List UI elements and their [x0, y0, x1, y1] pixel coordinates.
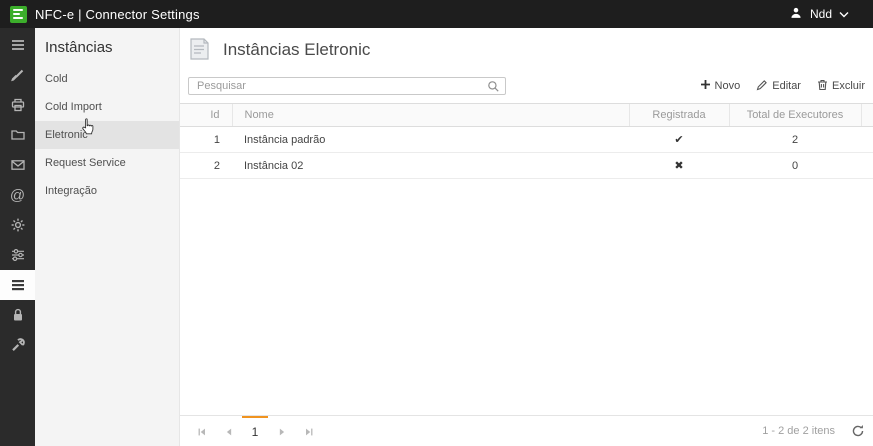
user-menu[interactable]: Ndd	[789, 6, 849, 23]
sidebar-item-label: Eletronic	[45, 129, 88, 141]
sidebar-item-cold-import[interactable]: Cold Import	[35, 93, 179, 121]
ndd-logo	[10, 6, 27, 23]
search-icon[interactable]	[487, 80, 500, 96]
column-header-executores[interactable]: Total de Executores	[729, 104, 861, 127]
column-header-nome[interactable]: Nome	[232, 104, 629, 127]
last-page-button[interactable]	[295, 416, 322, 446]
search-input[interactable]	[188, 77, 506, 95]
sidebar: Instâncias Cold Cold Import Eletronic Re…	[35, 28, 180, 446]
prev-page-button[interactable]	[215, 416, 242, 446]
sidebar-heading: Instâncias	[35, 28, 179, 65]
menu-icon[interactable]	[0, 30, 35, 60]
sidebar-item-label: Cold Import	[45, 101, 102, 113]
registrada-check-icon: ✔	[629, 127, 729, 153]
column-header-id[interactable]: Id	[180, 104, 232, 127]
document-icon	[184, 34, 214, 65]
sidebar-item-label: Request Service	[45, 157, 126, 169]
mail-icon[interactable]	[0, 150, 35, 180]
cell-nome: Instância padrão	[232, 127, 629, 153]
table-icon[interactable]	[0, 270, 35, 300]
sidebar-item-request-service[interactable]: Request Service	[35, 149, 179, 177]
sidebar-item-label: Integração	[45, 185, 97, 197]
column-header-empty	[861, 104, 873, 127]
cell-id: 2	[180, 153, 232, 179]
novo-button[interactable]: Novo	[700, 79, 741, 93]
main-content: Instâncias Eletronic Novo	[180, 28, 873, 446]
cell-executores: 0	[729, 153, 861, 179]
sidebar-item-cold[interactable]: Cold	[35, 65, 179, 93]
column-header-registrada[interactable]: Registrada	[629, 104, 729, 127]
editar-label: Editar	[772, 80, 801, 92]
sidebar-item-eletronic[interactable]: Eletronic	[35, 121, 179, 149]
trash-icon	[817, 79, 828, 94]
excluir-label: Excluir	[832, 80, 865, 92]
action-buttons: Novo Editar Excluir	[700, 79, 865, 94]
brush-icon[interactable]	[0, 60, 35, 90]
page-number[interactable]: 1	[242, 416, 268, 446]
lock-icon[interactable]	[0, 300, 35, 330]
plus-icon	[700, 79, 711, 93]
sliders-icon[interactable]	[0, 240, 35, 270]
user-name: Ndd	[810, 7, 832, 21]
table-row[interactable]: 1 Instância padrão ✔ 2	[180, 127, 873, 153]
editar-button[interactable]: Editar	[756, 79, 801, 94]
table-row[interactable]: 2 Instância 02 ✖ 0	[180, 153, 873, 179]
cell-id: 1	[180, 127, 232, 153]
first-page-button[interactable]	[188, 416, 215, 446]
chevron-down-icon	[839, 7, 849, 21]
wrench-icon[interactable]	[0, 330, 35, 360]
pager: 1 1 - 2 de 2 itens	[180, 415, 873, 446]
gear-icon[interactable]	[0, 210, 35, 240]
excluir-button[interactable]: Excluir	[817, 79, 865, 94]
sidebar-item-integracao[interactable]: Integração	[35, 177, 179, 205]
novo-label: Novo	[715, 80, 741, 92]
printer-icon[interactable]	[0, 90, 35, 120]
sidebar-item-label: Cold	[45, 73, 68, 85]
page-title: Instâncias Eletronic	[223, 40, 370, 60]
refresh-icon[interactable]	[851, 424, 865, 438]
pager-status: 1 - 2 de 2 itens	[762, 425, 835, 437]
app-title: NFC-e | Connector Settings	[35, 7, 200, 22]
icon-rail: @	[0, 28, 35, 446]
search-box	[188, 77, 506, 95]
next-page-button[interactable]	[268, 416, 295, 446]
registrada-cross-icon: ✖	[629, 153, 729, 179]
grid-toolbar: Novo Editar Excluir	[188, 77, 865, 95]
page-header: Instâncias Eletronic	[180, 28, 873, 67]
topbar: NFC-e | Connector Settings Ndd	[0, 0, 873, 28]
at-icon[interactable]: @	[0, 180, 35, 210]
folder-icon[interactable]	[0, 120, 35, 150]
instances-grid: Id Nome Registrada Total de Executores 1…	[180, 103, 873, 179]
pencil-icon	[756, 79, 768, 94]
cell-nome: Instância 02	[232, 153, 629, 179]
grid-header-row: Id Nome Registrada Total de Executores	[180, 104, 873, 127]
app-window: NFC-e | Connector Settings Ndd	[0, 0, 873, 446]
user-icon	[789, 6, 803, 23]
cell-executores: 2	[729, 127, 861, 153]
